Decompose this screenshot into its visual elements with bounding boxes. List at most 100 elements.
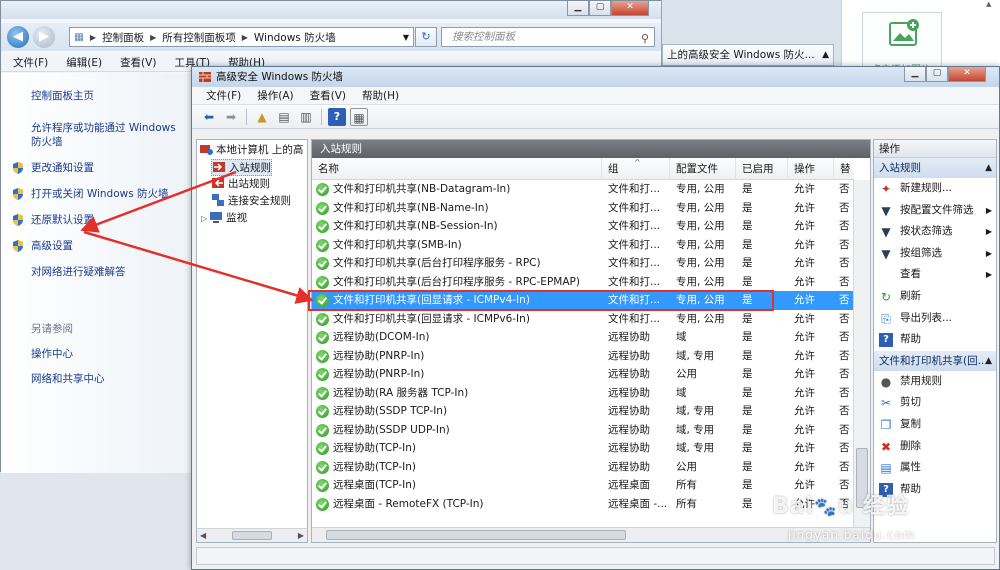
action-item[interactable]: ▤ 属性: [874, 457, 996, 479]
tree-horizontal-scrollbar[interactable]: ◀ ▶: [197, 528, 307, 542]
close-button[interactable]: ✕: [948, 67, 986, 82]
column-override[interactable]: 替: [834, 158, 854, 180]
rule-row[interactable]: 文件和打印机共享(回显请求 - ICMPv4-In) 文件和打... 专用, 公用 是…: [312, 291, 854, 310]
action-center-link[interactable]: 操作中心: [31, 346, 105, 361]
rule-row[interactable]: 文件和打印机共享(后台打印程序服务 - RPC-EPMAP) 文件和打... 专用,…: [312, 273, 854, 292]
rule-group: 文件和打...: [608, 275, 661, 288]
tree-item-connection-security[interactable]: 连接安全规则: [211, 193, 291, 210]
tree-item-monitoring[interactable]: ▷ 监视: [201, 210, 247, 227]
network-sharing-link[interactable]: 网络和共享中心: [31, 371, 105, 386]
scrollbar-thumb[interactable]: [232, 531, 272, 540]
actions-section-inbound[interactable]: 入站规则 ▲: [874, 158, 996, 178]
add-photo-card[interactable]: 点击添加图片: [862, 12, 942, 76]
action-item[interactable]: ⎘ 导出列表...: [874, 308, 996, 330]
action-item[interactable]: ✦ 新建规则...: [874, 178, 996, 200]
rule-row[interactable]: 远程协助(PNRP-In) 远程协助 域, 专用 是 允许 否: [312, 347, 854, 366]
rule-override: 否: [839, 423, 850, 436]
rule-row[interactable]: 文件和打印机共享(NB-Datagram-In) 文件和打... 专用, 公用 是 允许…: [312, 180, 854, 199]
expand-icon[interactable]: ▷: [201, 214, 207, 223]
rule-row[interactable]: 文件和打印机共享(NB-Session-In) 文件和打... 专用, 公用 是 允许 否: [312, 217, 854, 236]
column-name[interactable]: 名称: [312, 158, 602, 180]
rule-row[interactable]: 远程协助(TCP-In) 远程协助 域, 专用 是 允许 否: [312, 439, 854, 458]
menu-file[interactable]: 文件(F): [13, 54, 48, 71]
menu-action[interactable]: 操作(A): [257, 87, 293, 104]
action-item[interactable]: ✖ 删除: [874, 436, 996, 458]
search-input[interactable]: 搜索控制面板 ⚲: [441, 27, 655, 47]
rule-row[interactable]: 远程桌面 - RemoteFX (TCP-In) 远程桌面 -... 所有 是 允许 否: [312, 495, 854, 514]
rules-vertical-scrollbar[interactable]: [853, 180, 870, 528]
scroll-left-icon[interactable]: ◀: [200, 531, 206, 540]
column-action[interactable]: 操作: [788, 158, 834, 180]
help-icon[interactable]: ?: [328, 107, 346, 126]
scrollbar-thumb[interactable]: [856, 448, 868, 508]
breadcrumb[interactable]: ▦ ▶ 控制面板 ▶ 所有控制面板项 ▶ Windows 防火墙 ▼: [69, 27, 414, 47]
back-arrow-icon[interactable]: ⬅: [200, 108, 218, 126]
change-notification-link[interactable]: 更改通知设置: [11, 161, 191, 175]
troubleshoot-link[interactable]: 对网络进行疑难解答: [11, 265, 191, 279]
breadcrumb-item[interactable]: 所有控制面板项: [162, 30, 236, 45]
action-item[interactable]: ❐ 复制: [874, 414, 996, 436]
forward-button[interactable]: ▶: [33, 26, 55, 48]
scrollbar-thumb[interactable]: [326, 530, 626, 540]
action-item[interactable]: ↻ 刷新: [874, 286, 996, 308]
rule-row[interactable]: 文件和打印机共享(后台打印程序服务 - RPC) 文件和打... 专用, 公用 是 允许…: [312, 254, 854, 273]
minimize-button[interactable]: ▁: [567, 1, 589, 16]
action-item[interactable]: ▼ 按配置文件筛选 ▶: [874, 200, 996, 222]
chevron-up-icon[interactable]: ▲: [822, 45, 829, 65]
breadcrumb-item[interactable]: Windows 防火墙: [254, 30, 336, 45]
menu-edit[interactable]: 编辑(E): [66, 54, 102, 71]
show-action-pane-icon[interactable]: ▦: [350, 107, 368, 126]
collapse-icon[interactable]: ▲: [985, 351, 992, 371]
rule-row[interactable]: 远程协助(TCP-In) 远程协助 公用 是 允许 否: [312, 458, 854, 477]
allow-program-link[interactable]: 允许程序或功能通过 Windows 防火墙: [11, 121, 191, 149]
chevron-down-icon[interactable]: ▼: [403, 33, 409, 42]
shield-icon: [13, 188, 23, 200]
up-folder-icon[interactable]: ▲: [253, 108, 271, 126]
column-profile[interactable]: 配置文件: [670, 158, 736, 180]
action-item[interactable]: ● 禁用规则: [874, 371, 996, 393]
collapse-icon[interactable]: ▲: [985, 158, 992, 178]
back-button[interactable]: ◀: [7, 26, 29, 48]
forward-arrow-icon[interactable]: ➡: [222, 108, 240, 126]
rule-row[interactable]: 文件和打印机共享(回显请求 - ICMPv6-In) 文件和打... 专用, 公用 是…: [312, 310, 854, 329]
toggle-firewall-link[interactable]: 打开或关闭 Windows 防火墙: [11, 187, 191, 201]
rule-row[interactable]: 远程桌面(TCP-In) 远程桌面 所有 是 允许 否: [312, 476, 854, 495]
rule-row[interactable]: 远程协助(SSDP UDP-In) 远程协助 域, 专用 是 允许 否: [312, 421, 854, 440]
rule-row[interactable]: 远程协助(PNRP-In) 远程协助 公用 是 允许 否: [312, 365, 854, 384]
rule-row[interactable]: 文件和打印机共享(NB-Name-In) 文件和打... 专用, 公用 是 允许 否: [312, 199, 854, 218]
tree-item-inbound-rules[interactable]: 入站规则: [211, 159, 272, 176]
show-hide-tree-icon[interactable]: ▤: [275, 108, 293, 126]
tree-item-outbound-rules[interactable]: 出站规则: [211, 176, 270, 193]
menu-view[interactable]: 查看(V): [120, 54, 156, 71]
tree-root[interactable]: 本地计算机 上的高: [199, 142, 303, 159]
menu-file[interactable]: 文件(F): [206, 87, 241, 104]
action-item[interactable]: ? 帮助: [874, 329, 996, 351]
close-button[interactable]: ✕: [611, 1, 649, 16]
action-item[interactable]: 查看 ▶: [874, 264, 996, 286]
minimize-button[interactable]: ▁: [904, 67, 926, 82]
action-item[interactable]: ▼ 按状态筛选 ▶: [874, 221, 996, 243]
restore-defaults-link[interactable]: 还原默认设置: [11, 213, 191, 227]
menu-help[interactable]: 帮助(H): [362, 87, 399, 104]
maximize-button[interactable]: ▢: [589, 1, 611, 16]
action-item[interactable]: ▼ 按组筛选 ▶: [874, 243, 996, 265]
action-item[interactable]: ? 帮助: [874, 479, 996, 501]
rule-row[interactable]: 远程协助(RA 服务器 TCP-In) 远程协助 域 是 允许 否: [312, 384, 854, 403]
control-panel-home-link[interactable]: 控制面板主页: [11, 89, 191, 103]
breadcrumb-item[interactable]: 控制面板: [102, 30, 144, 45]
export-list-icon[interactable]: ▥: [297, 108, 315, 126]
advanced-settings-link[interactable]: 高级设置: [11, 239, 191, 253]
rule-row[interactable]: 文件和打印机共享(SMB-In) 文件和打... 专用, 公用 是 允许 否: [312, 236, 854, 255]
scroll-right-icon[interactable]: ▶: [298, 531, 304, 540]
scroll-arrow-up-icon[interactable]: ▲: [986, 0, 996, 12]
refresh-button[interactable]: ↻: [415, 27, 437, 47]
rule-row[interactable]: 远程协助(DCOM-In) 远程协助 域 是 允许 否: [312, 328, 854, 347]
maximize-button[interactable]: ▢: [926, 67, 948, 82]
column-enabled[interactable]: 已启用: [736, 158, 788, 180]
search-icon[interactable]: ⚲: [641, 30, 649, 48]
actions-section-selected-rule[interactable]: 文件和打印机共享(回... ▲: [874, 350, 996, 371]
rule-row[interactable]: 远程协助(SSDP TCP-In) 远程协助 域, 专用 是 允许 否: [312, 402, 854, 421]
action-item[interactable]: ✂ 剪切: [874, 392, 996, 414]
rules-horizontal-scrollbar[interactable]: [312, 527, 870, 542]
menu-view[interactable]: 查看(V): [310, 87, 346, 104]
